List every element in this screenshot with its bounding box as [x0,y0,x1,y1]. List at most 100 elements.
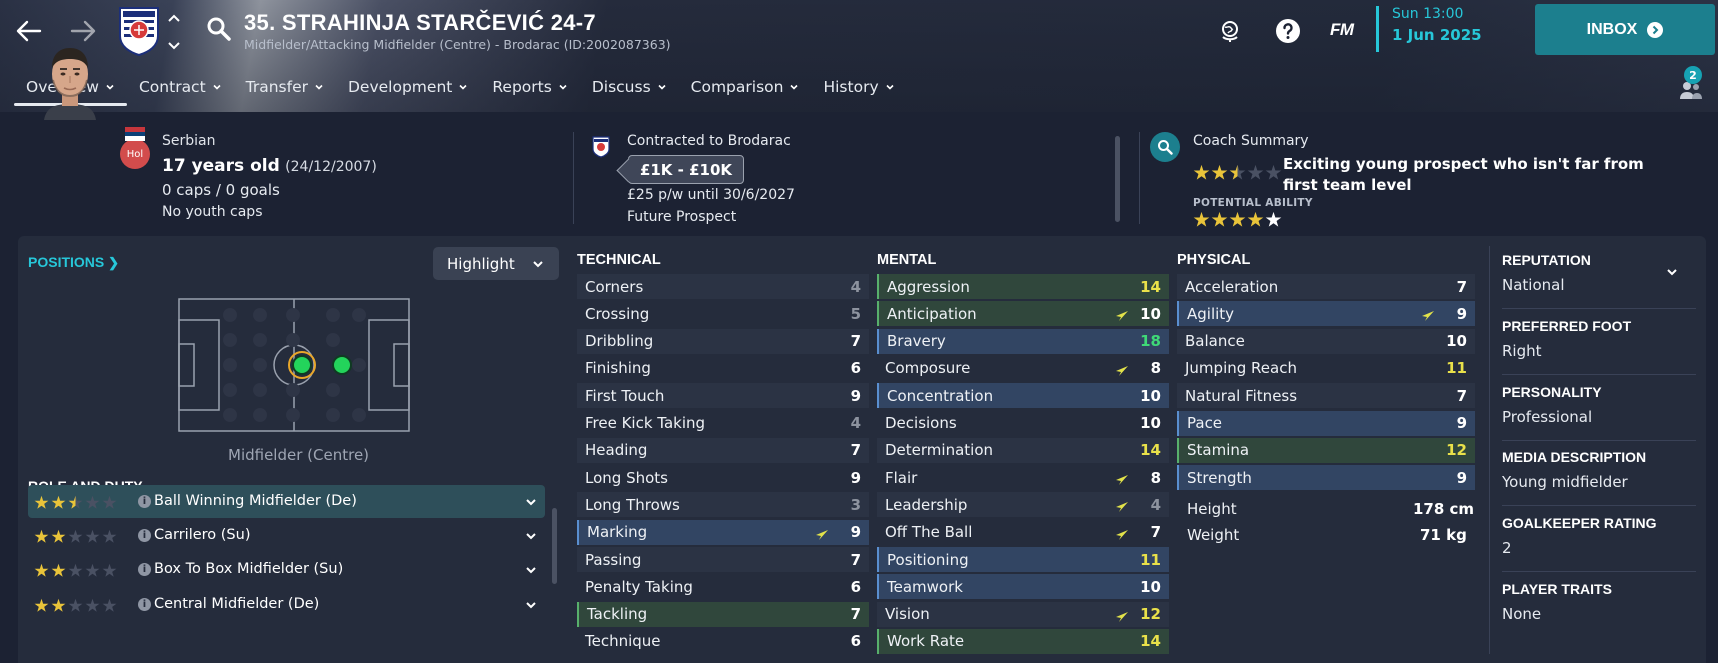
attribute-row[interactable]: Tackling 7 [577,601,869,627]
attribute-row[interactable]: Leadership 4 [877,492,1169,518]
club-crest-icon[interactable] [118,6,160,57]
star-icon [34,563,49,577]
chevron-down-icon [533,260,543,267]
age: 17 years old (24/12/2007) [162,156,377,176]
star-empty-icon [85,598,100,612]
attribute-row[interactable]: Decisions 10 [877,411,1169,436]
attribute-row[interactable]: Concentration 10 [877,383,1169,409]
attribute-row[interactable]: Balance 10 [1177,328,1475,354]
sidebar-value: Right [1502,342,1542,360]
attribute-row[interactable]: Long Throws 3 [577,492,869,518]
hol-badge[interactable]: Hol [120,139,150,169]
info-icon[interactable]: i [138,563,151,576]
attribute-value: 9 [1456,468,1467,487]
weight-value: 71 kg [1420,526,1467,544]
role-row[interactable]: i Box To Box Midfielder (Su) [28,553,545,586]
attribute-row[interactable]: Heading 7 [577,437,869,463]
attribute-row[interactable]: Off The Ball 7 [877,520,1169,545]
attribute-value: 9 [850,386,861,405]
positions-link[interactable]: POSITIONS ❯ [28,254,119,271]
attribute-name: Vision [885,605,930,624]
sidebar-value[interactable]: National [1502,276,1565,294]
height-label: Height [1187,500,1237,518]
role-row[interactable]: i Ball Winning Midfielder (De) [28,485,545,518]
roles-scrollbar[interactable] [552,508,557,584]
attribute-row[interactable]: Strength 9 [1177,465,1475,491]
globe-icon[interactable] [1215,16,1245,46]
highlight-dropdown[interactable]: Highlight [433,247,559,280]
attribute-row[interactable]: Flair 8 [877,465,1169,490]
attribute-row[interactable]: Finishing 6 [577,356,869,381]
tab-comparison[interactable]: Comparison [679,72,812,106]
attribute-row[interactable]: Free Kick Taking 4 [577,411,869,436]
attribute-row[interactable]: Passing 7 [577,547,869,572]
role-row[interactable]: i Carrilero (Su) [28,519,545,552]
attribute-row[interactable]: Agility 9 [1177,301,1475,327]
attribute-row[interactable]: First Touch 9 [577,383,869,409]
attribute-row[interactable]: Bravery 18 [877,328,1169,354]
info-icon[interactable]: i [138,529,151,542]
attribute-row[interactable]: Work Rate 14 [877,628,1169,654]
inbox-button[interactable]: INBOX [1535,4,1715,55]
tab-reports[interactable]: Reports [480,72,579,106]
attribute-row[interactable]: Pace 9 [1177,410,1475,436]
star-empty-icon [85,563,100,577]
player-cycle-arrows-icon[interactable] [167,14,181,50]
search-icon[interactable] [206,16,232,42]
attribute-row[interactable]: Determination 14 [877,437,1169,463]
coach-quote: Exciting young prospect who isn't far fr… [1283,155,1644,194]
attribute-row[interactable]: Anticipation 10 [877,301,1169,327]
coach-search-icon[interactable] [1150,132,1180,162]
attribute-row[interactable]: Positioning 11 [877,547,1169,572]
attribute-row[interactable]: Vision 12 [877,601,1169,627]
attribute-row[interactable]: Composure 8 [877,356,1169,381]
attribute-row[interactable]: Penalty Taking 6 [577,574,869,599]
star-icon [1265,211,1282,227]
tab-transfer[interactable]: Transfer [234,72,336,106]
sidebar-value: Professional [1502,408,1593,426]
chevron-down-icon[interactable] [1665,265,1679,279]
star-icon [1193,211,1210,227]
attribute-row[interactable]: Teamwork 10 [877,574,1169,600]
chevron-down-icon[interactable] [525,599,537,611]
attribute-name: Concentration [887,386,994,405]
tab-development[interactable]: Development [336,72,480,106]
attribute-value: 7 [1456,386,1467,405]
chevron-down-icon[interactable] [525,496,537,508]
fm-logo[interactable]: FM [1330,20,1354,40]
attribute-row[interactable]: Acceleration 7 [1177,274,1475,299]
attribute-row[interactable]: Aggression 14 [877,274,1169,299]
club-crest-small-icon[interactable] [592,136,610,158]
attribute-row[interactable]: Dribbling 7 [577,328,869,354]
tab-discuss[interactable]: Discuss [580,72,679,106]
attribute-name: Off The Ball [885,523,973,542]
info-icon[interactable]: i [138,598,151,611]
divider [1502,374,1696,375]
attribute-row[interactable]: Crossing 5 [577,301,869,326]
attribute-value: 11 [1446,359,1467,378]
attribute-row[interactable]: Long Shots 9 [577,465,869,490]
attribute-row[interactable]: Natural Fitness 7 [1177,383,1475,409]
attribute-row[interactable]: Technique 6 [577,629,869,654]
star-icon [34,495,49,509]
scrollbar[interactable] [1115,136,1120,222]
attribute-row[interactable]: Marking 9 [577,519,869,545]
attribute-row[interactable]: Jumping Reach 11 [1177,356,1475,381]
info-icon[interactable]: i [138,495,151,508]
nationality[interactable]: Serbian [162,133,215,149]
tab-contract[interactable]: Contract [127,72,234,106]
chevron-down-icon[interactable] [525,530,537,542]
tab-history[interactable]: History [811,72,906,106]
role-row[interactable]: i Central Midfielder (De) [28,588,545,621]
help-icon[interactable] [1273,16,1303,46]
star-empty-icon [68,563,83,577]
attribute-value: 10 [1140,304,1161,323]
date-day: 1 Jun 2025 [1392,26,1482,44]
attribute-row[interactable]: Corners 4 [577,274,869,299]
chevron-down-icon[interactable] [525,564,537,576]
contracted-to[interactable]: Contracted to Brodarac [627,133,791,149]
star-icon [1229,164,1246,180]
attribute-row[interactable]: Stamina 12 [1177,437,1475,463]
game-date[interactable]: Sun 13:00 1 Jun 2025 [1376,6,1482,52]
star-icon [1211,211,1228,227]
